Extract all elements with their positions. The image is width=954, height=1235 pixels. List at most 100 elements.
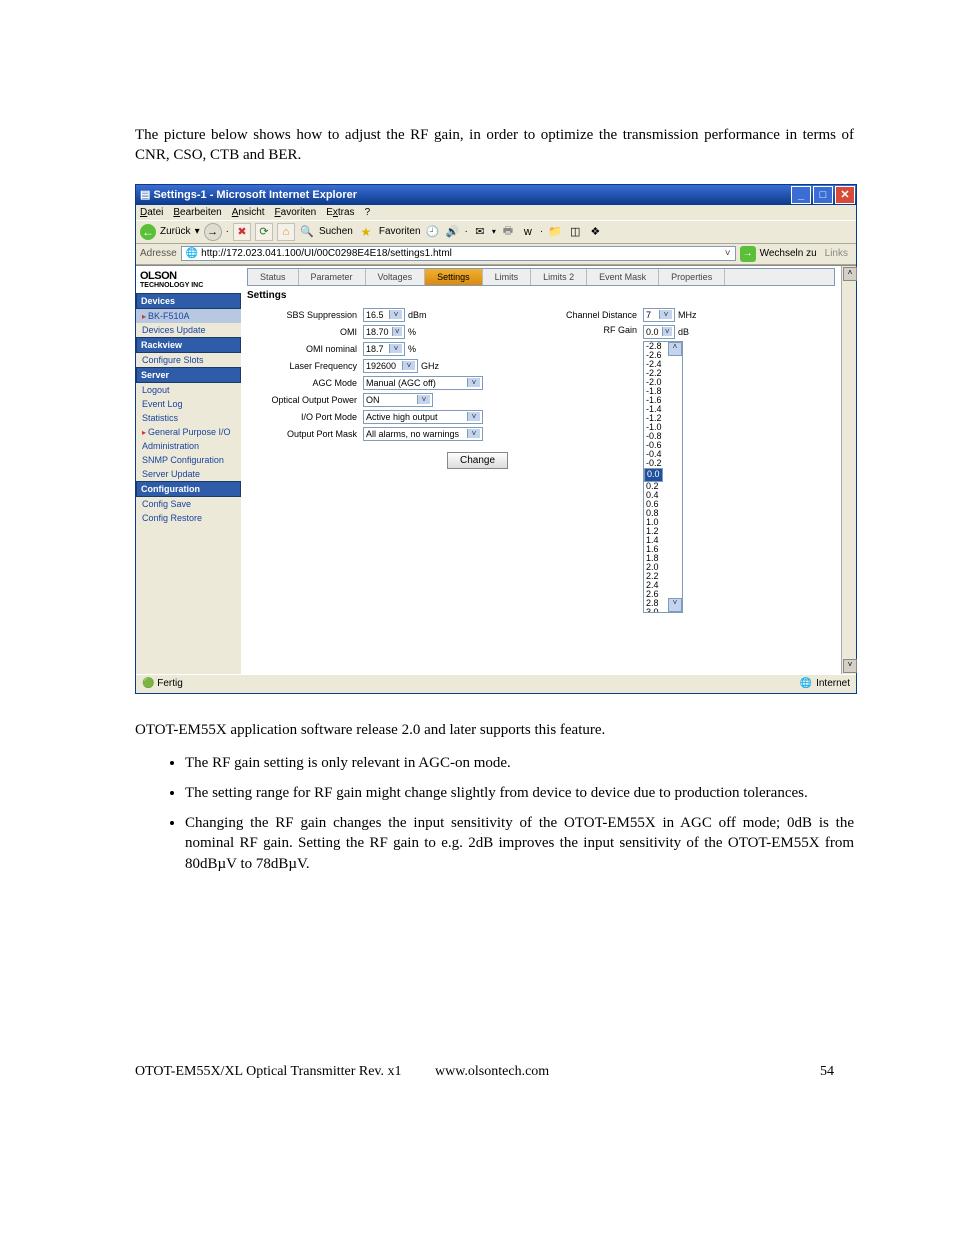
ie-statusbar: 🟢 Fertig 🌐 Internet — [136, 674, 856, 693]
sidebar-item-bkf510a[interactable]: ▸BK-F510A — [136, 309, 241, 323]
media-icon[interactable]: 🔊 — [445, 224, 461, 240]
oop-select[interactable]: ON˅ — [363, 393, 433, 407]
sbs-label: SBS Suppression — [247, 310, 363, 320]
ioport-label: I/O Port Mode — [247, 412, 363, 422]
cdist-select[interactable]: 7˅ — [643, 308, 675, 322]
tab-event-mask[interactable]: Event Mask — [587, 269, 659, 285]
back-dropdown-icon[interactable]: ▾ — [195, 226, 200, 237]
refresh-icon[interactable]: ⟳ — [255, 223, 273, 241]
sidebar-item-configure-slots[interactable]: Configure Slots — [136, 353, 241, 367]
edit-icon[interactable]: w — [520, 224, 536, 240]
bullet-item: Changing the RF gain changes the input s… — [185, 813, 854, 874]
sbs-select[interactable]: 16.5˅ — [363, 308, 405, 322]
omi-select[interactable]: 18.70˅ — [363, 325, 405, 339]
logo: OLSON TECHNOLOGY INC — [136, 266, 241, 293]
ie-window: ▤ Settings-1 - Microsoft Internet Explor… — [135, 184, 857, 694]
maximize-button[interactable]: □ — [813, 186, 833, 204]
nav-server-header[interactable]: Server — [136, 367, 241, 383]
footer-left: OTOT-EM55X/XL Optical Transmitter Rev. x… — [135, 1064, 435, 1080]
mail-dropdown-icon[interactable]: ▾ — [492, 227, 496, 236]
menu-ansicht[interactable]: Ansicht — [232, 207, 265, 218]
nav-configuration-header[interactable]: Configuration — [136, 481, 241, 497]
scroll-down-icon[interactable]: ˅ — [843, 659, 857, 673]
sep3: · — [540, 226, 543, 237]
zone-text: Internet — [816, 678, 850, 689]
links-label[interactable]: Links — [821, 248, 852, 259]
favorites-icon[interactable]: ★ — [357, 223, 375, 241]
mail-icon[interactable]: ✉ — [472, 224, 488, 240]
sidebar-item-gpio[interactable]: ▸General Purpose I/O — [136, 425, 241, 439]
mask-label: Output Port Mask — [247, 429, 363, 439]
menu-favoriten[interactable]: Favoriten — [275, 207, 317, 218]
menu-help[interactable]: ? — [365, 207, 371, 218]
address-input[interactable]: 🌐 http://172.023.041.100/UI/00C0298E4E18… — [181, 246, 736, 261]
sidebar-item-config-save[interactable]: Config Save — [136, 497, 241, 511]
ioport-select[interactable]: Active high output˅ — [363, 410, 483, 424]
rfgain-option[interactable]: -0.2 — [644, 459, 682, 468]
forward-icon[interactable]: → — [204, 223, 222, 241]
sidebar: OLSON TECHNOLOGY INC Devices ▸BK-F510A D… — [136, 266, 241, 674]
rfgain-listbox[interactable]: ˄ ˅ -2.8-2.6-2.4-2.2-2.0-1.8-1.6-1.4-1.2… — [643, 341, 683, 613]
rfgain-option[interactable]: 0.0 — [644, 468, 663, 482]
url-text: http://172.023.041.100/UI/00C0298E4E18/s… — [201, 248, 452, 259]
menu-extras[interactable]: Extras — [326, 207, 354, 218]
address-label: Adresse — [140, 248, 177, 259]
ie-toolbar: ← Zurück ▾ → · ✖ ⟳ ⌂ 🔍 Suchen ★ Favorite… — [136, 220, 856, 244]
chevron-down-icon: ˅ — [402, 361, 415, 370]
omi-nom-select[interactable]: 18.7˅ — [363, 342, 405, 356]
tool-icon-1[interactable]: ◫ — [567, 224, 583, 240]
page-scrollbar[interactable]: ˄ ˅ — [841, 266, 856, 674]
address-dropdown-icon[interactable]: ˅ — [725, 248, 731, 259]
tab-limits[interactable]: Limits — [483, 269, 532, 285]
sidebar-item-snmp[interactable]: SNMP Configuration — [136, 453, 241, 467]
flag-icon: ▸ — [142, 312, 146, 321]
back-icon[interactable]: ← — [140, 224, 156, 240]
chevron-down-icon: ˅ — [659, 310, 672, 319]
mask-select[interactable]: All alarms, no warnings˅ — [363, 427, 483, 441]
chevron-down-icon: ˅ — [389, 310, 402, 319]
bullet-list: The RF gain setting is only relevant in … — [135, 753, 854, 874]
main-pane: Status Parameter Voltages Settings Limit… — [241, 266, 841, 674]
tab-parameter[interactable]: Parameter — [299, 269, 366, 285]
sidebar-item-server-update[interactable]: Server Update — [136, 467, 241, 481]
scroll-up-icon[interactable]: ˄ — [668, 342, 682, 356]
go-button[interactable]: → — [740, 246, 756, 262]
chevron-down-icon: ˅ — [467, 412, 480, 421]
rfgain-select[interactable]: 0.0˅ — [643, 325, 675, 339]
change-button[interactable]: Change — [447, 452, 508, 469]
tab-status[interactable]: Status — [248, 269, 299, 285]
tool-icon-2[interactable]: ❖ — [587, 224, 603, 240]
chevron-down-icon: ˅ — [417, 395, 430, 404]
tab-voltages[interactable]: Voltages — [366, 269, 426, 285]
nav-rackview-header[interactable]: Rackview — [136, 337, 241, 353]
menu-datei[interactable]: DDateiatei — [140, 207, 163, 218]
minimize-button[interactable]: _ — [791, 186, 811, 204]
scroll-down-icon[interactable]: ˅ — [668, 598, 682, 612]
sidebar-item-event-log[interactable]: Event Log — [136, 397, 241, 411]
print-icon[interactable]: 🖶 — [500, 224, 516, 240]
tab-properties[interactable]: Properties — [659, 269, 725, 285]
close-button[interactable]: ✕ — [835, 186, 855, 204]
sidebar-item-devices-update[interactable]: Devices Update — [136, 323, 241, 337]
menu-bearbeiten[interactable]: Bearbeiten — [173, 207, 221, 218]
section-title: Settings — [247, 290, 835, 301]
ie-menubar: DDateiatei Bearbeiten Ansicht Favoriten … — [136, 205, 856, 220]
sidebar-item-administration[interactable]: Administration — [136, 439, 241, 453]
laser-select[interactable]: 192600˅ — [363, 359, 418, 373]
sidebar-item-logout[interactable]: Logout — [136, 383, 241, 397]
tab-limits2[interactable]: Limits 2 — [531, 269, 587, 285]
agc-select[interactable]: Manual (AGC off)˅ — [363, 376, 483, 390]
history-icon[interactable]: 🕘 — [425, 224, 441, 240]
scroll-up-icon[interactable]: ˄ — [843, 267, 857, 281]
home-icon[interactable]: ⌂ — [277, 223, 295, 241]
search-icon[interactable]: 🔍 — [299, 224, 315, 240]
sidebar-item-config-restore[interactable]: Config Restore — [136, 511, 241, 525]
tab-settings[interactable]: Settings — [425, 269, 483, 285]
chevron-down-icon: ˅ — [467, 429, 480, 438]
nav-devices-header[interactable]: Devices — [136, 293, 241, 309]
folder-icon[interactable]: 📁 — [547, 224, 563, 240]
chevron-down-icon: ˅ — [389, 344, 402, 353]
sidebar-item-statistics[interactable]: Statistics — [136, 411, 241, 425]
ie-content: OLSON TECHNOLOGY INC Devices ▸BK-F510A D… — [136, 265, 856, 674]
stop-icon[interactable]: ✖ — [233, 223, 251, 241]
